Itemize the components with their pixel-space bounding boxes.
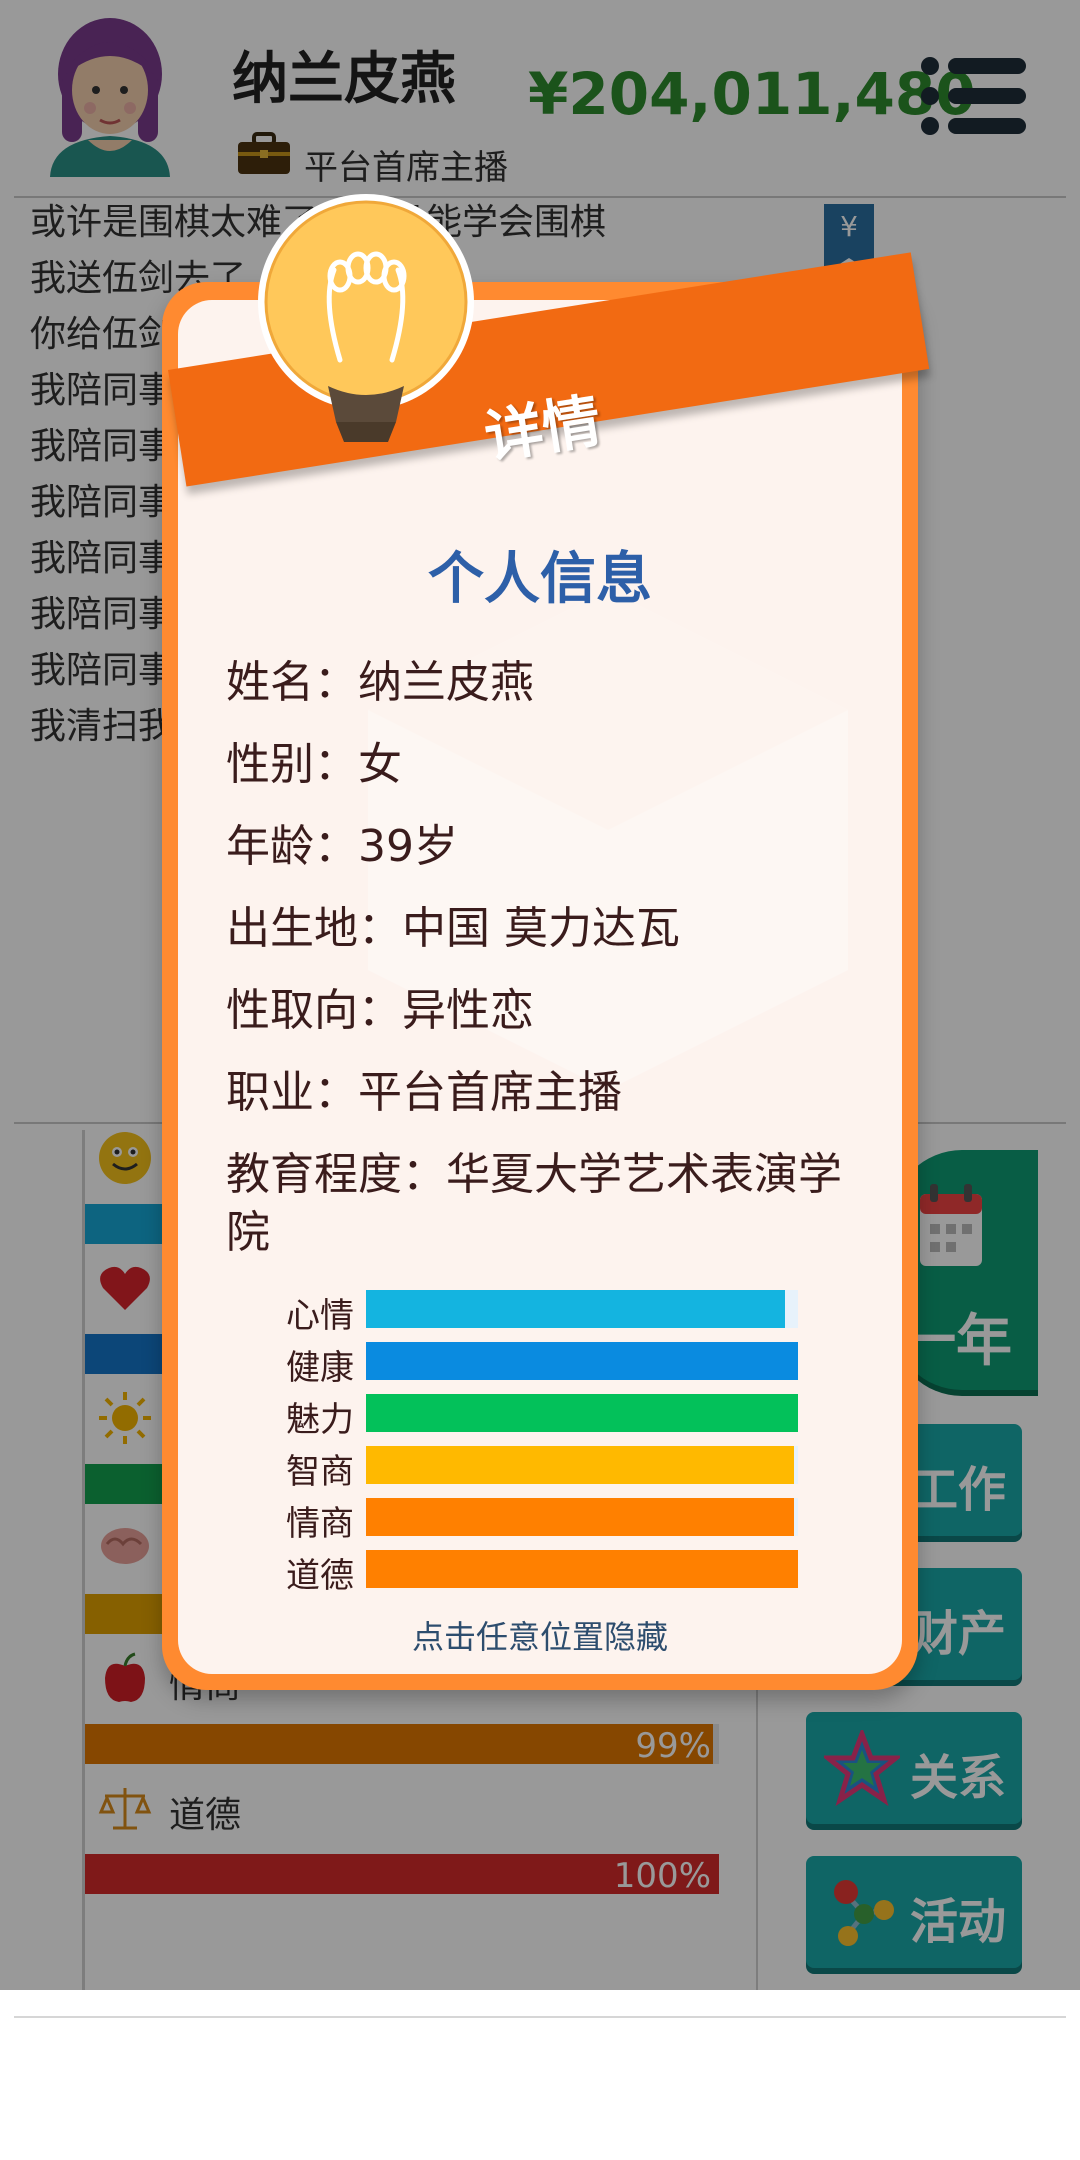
info-row: 教育程度：华夏大学艺术表演学院 (226, 1149, 842, 1258)
info-row: 出生地：中国 莫力达瓦 (226, 903, 680, 954)
details-ribbon-label: 详情 (480, 386, 606, 472)
modal-stat-row: 情商 (270, 1492, 810, 1544)
modal-stat-bar (366, 1394, 798, 1432)
modal-stat-label: 道德 (286, 1556, 354, 1596)
bottom-divider (14, 2016, 1066, 2018)
dismiss-hint: 点击任意位置隐藏 (411, 1618, 668, 1656)
modal-stat-label: 情商 (286, 1504, 354, 1544)
modal-stat-bar-fill (366, 1446, 794, 1484)
info-row: 姓名：纳兰皮燕 (226, 657, 534, 708)
modal-stat-bar-fill (366, 1550, 798, 1588)
modal-stat-bar (366, 1342, 798, 1380)
modal-stat-label: 心情 (286, 1296, 354, 1336)
modal-stat-label: 健康 (286, 1348, 354, 1388)
modal-stat-row: 魅力 (270, 1388, 810, 1440)
modal-stat-bar (366, 1446, 798, 1484)
info-row: 职业：平台首席主播 (226, 1067, 622, 1118)
modal-stat-bar (366, 1498, 798, 1536)
app-screen: 纳兰皮燕 平台首席主播 ¥204,011,480 或许是围棋太难了伍剑没能学会围… (0, 0, 1080, 2160)
modal-stat-bar (366, 1550, 798, 1588)
modal-stat-row: 智商 (270, 1440, 810, 1492)
modal-stat-bar-fill (366, 1498, 794, 1536)
info-row: 性别：女 (226, 739, 402, 790)
modal-stat-bar-fill (366, 1290, 786, 1328)
modal-stat-row: 健康 (270, 1336, 810, 1388)
modal-stat-row: 道德 (270, 1544, 810, 1596)
info-row: 性取向：异性恋 (226, 985, 534, 1036)
modal-stat-label: 智商 (286, 1452, 354, 1492)
info-row: 年龄：39岁 (226, 821, 458, 872)
personal-info-list: 姓名：纳兰皮燕 性别：女年龄：39岁出生地：中国 莫力达瓦 性取向：异性恋职业：平台… (226, 654, 866, 1286)
modal-stat-label: 魅力 (286, 1400, 354, 1440)
modal-title: 个人信息 (428, 547, 652, 612)
modal-stat-bar-fill (366, 1342, 798, 1380)
modal-stats: 心情健康魅力智商情商道德 (270, 1284, 810, 1596)
modal-stat-bar-fill (366, 1394, 798, 1432)
modal-stat-row: 心情 (270, 1284, 810, 1336)
lightbulb-icon (258, 194, 474, 442)
modal-stat-bar (366, 1290, 798, 1328)
